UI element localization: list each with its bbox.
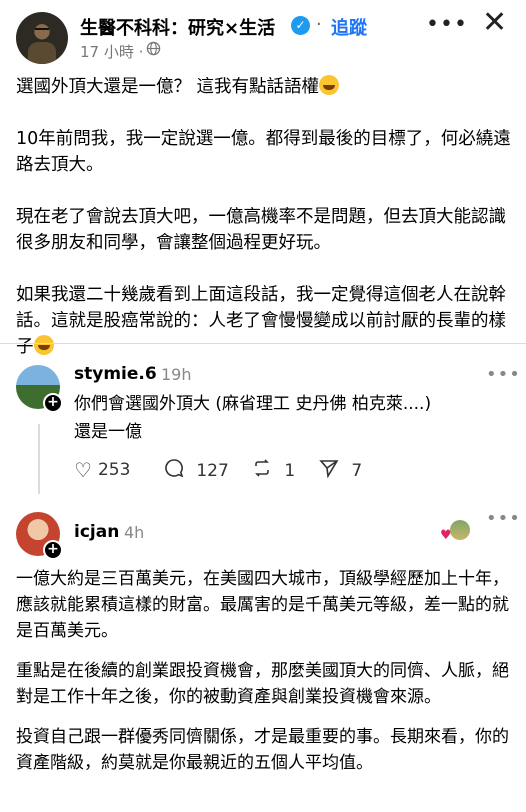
post-timestamp: 17 小時 ·	[80, 41, 143, 62]
author-name[interactable]: 生醫不科科：研究×生活	[80, 14, 275, 40]
repost-button[interactable]: 1	[252, 458, 295, 483]
post-paragraph: 如果我還二十幾歲看到上面這段話，我一定覺得這個老人在說幹話。這就是股癌常說的：人…	[16, 282, 514, 360]
thread-line	[38, 424, 40, 494]
follow-plus-icon[interactable]: +	[43, 393, 63, 413]
like-button[interactable]: ♡ 253	[74, 458, 130, 482]
reaction-indicator: ♥	[440, 520, 470, 544]
post-paragraph: 選國外頂大還是一億？ 這我有點話語權	[16, 74, 514, 100]
send-icon	[319, 459, 345, 483]
comment-username[interactable]: icjan	[74, 522, 119, 542]
post-paragraph-text: 如果我還二十幾歲看到上面這段話，我一定覺得這個老人在說幹話。這就是股癌常說的：人…	[16, 285, 506, 357]
comment-menu-icon[interactable]: •••	[486, 508, 521, 529]
reactor-avatar	[450, 520, 470, 540]
comment-body: 一億大約是三百萬美元，在美國四大城市，頂級學經歷加上十年，應該就能累積這樣的財富…	[16, 566, 514, 790]
comment-timestamp: 4h	[124, 523, 145, 542]
comment-paragraph: 投資自己跟一群優秀同儕關係，才是最重要的事。長期來看，你的資產階級，約莫就是你最…	[16, 727, 509, 773]
post-time-text: 17 小時	[80, 43, 134, 61]
comment-bubble-icon	[164, 459, 190, 483]
laughing-emoji-icon	[33, 335, 54, 355]
post-paragraph-text: 選國外頂大還是一億？ 這我有點話語權	[16, 77, 320, 97]
close-icon[interactable]: ✕	[482, 8, 507, 38]
reply-count: 127	[196, 461, 229, 481]
comment-timestamp: 19h	[161, 365, 192, 384]
repost-icon	[252, 459, 278, 483]
separator-dot: ·	[316, 14, 322, 35]
comment-actions: ♡ 253 127 1 7	[74, 458, 394, 484]
comment-menu-icon[interactable]: •••	[486, 364, 521, 385]
repost-count: 1	[284, 461, 296, 481]
time-separator: ·	[138, 43, 144, 61]
post-paragraph: 10年前問我，我一定說選一億。都得到最後的目標了，何必繞遠路去頂大。	[16, 129, 511, 175]
comment-paragraph: 一億大約是三百萬美元，在美國四大城市，頂級學經歷加上十年，應該就能累積這樣的財富…	[16, 569, 509, 641]
avatar-glasses	[35, 28, 49, 32]
globe-icon	[146, 41, 161, 60]
follow-button[interactable]: 追蹤	[331, 14, 367, 40]
follow-plus-icon[interactable]: +	[43, 540, 63, 560]
like-count: 253	[97, 460, 131, 480]
avatar-body	[28, 42, 56, 64]
section-divider	[0, 343, 526, 344]
post-header: 生醫不科科：研究×生活 ✓ · 追蹤 ••• ✕ 17 小時 ·	[0, 0, 526, 66]
author-avatar[interactable]	[16, 12, 68, 64]
laughing-emoji-icon	[319, 75, 340, 95]
comment-paragraph: 重點是在後續的創業跟投資機會，那麼美國頂大的同儕、人脈，絕對是工作十年之後，你的…	[16, 661, 509, 707]
verified-badge-icon: ✓	[291, 16, 310, 35]
share-count: 7	[351, 461, 363, 481]
comment-text-line: 你們會選國外頂大 (麻省理工 史丹佛 柏克萊....)	[74, 394, 432, 414]
comment-username[interactable]: stymie.6	[74, 364, 157, 384]
comment-text-line: 還是一億	[74, 422, 142, 442]
post-menu-icon[interactable]: •••	[426, 12, 468, 37]
reply-button[interactable]: 127	[164, 458, 229, 483]
post-paragraph: 現在老了會說去頂大吧，一億高機率不是問題，但去頂大能認識很多朋友和同學，會讓整個…	[16, 207, 506, 253]
heart-icon: ♡	[74, 458, 92, 482]
share-button[interactable]: 7	[319, 458, 362, 483]
post-body: 選國外頂大還是一億？ 這我有點話語權 10年前問我，我一定說選一億。都得到最後的…	[16, 74, 514, 386]
